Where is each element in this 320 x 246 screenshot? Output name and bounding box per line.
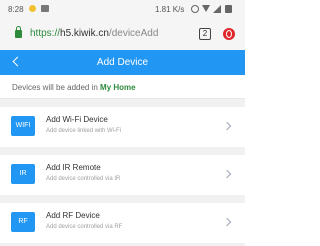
device-description: Add device linked with Wi-Fi xyxy=(46,128,122,134)
device-description: Add device controlled via RF xyxy=(46,224,123,230)
device-row-ir[interactable]: IR Add IR Remote Add device controlled v… xyxy=(0,155,245,195)
url-path: /deviceAdd xyxy=(108,28,159,39)
ir-device-icon: IR xyxy=(11,164,35,184)
alarm-icon xyxy=(191,5,199,13)
network-speed: 1.81 K/s xyxy=(155,5,185,14)
status-bar: 8:28 1.81 K/s xyxy=(0,0,245,20)
battery-icon xyxy=(225,5,232,13)
rf-device-icon: RF xyxy=(11,212,35,232)
opera-icon[interactable] xyxy=(223,28,235,40)
chevron-right-icon xyxy=(222,217,232,227)
wifi-icon xyxy=(202,5,210,12)
device-name: Add RF Device xyxy=(46,211,100,220)
wifi-device-icon: WIFI xyxy=(11,116,35,136)
url-host: h5.kiwik.cn xyxy=(60,28,109,39)
status-time: 8:28 xyxy=(8,5,24,14)
url-scheme: https:// xyxy=(30,28,61,39)
url-field[interactable]: https://h5.kiwik.cn/deviceAdd xyxy=(30,28,158,39)
notice-text: Devices will be added in My Home xyxy=(12,83,136,92)
lock-icon xyxy=(15,26,22,38)
signal-icon xyxy=(213,5,221,13)
list-gap xyxy=(0,147,245,155)
device-row-wifi[interactable]: WIFI Add Wi-Fi Device Add device linked … xyxy=(0,107,245,147)
sun-icon xyxy=(29,5,36,12)
device-name: Add Wi-Fi Device xyxy=(46,115,108,124)
tabs-icon[interactable]: 2 xyxy=(199,28,211,40)
list-gap xyxy=(0,195,245,203)
page-title: Add Device xyxy=(96,57,149,68)
list-gap xyxy=(0,99,245,107)
image-icon xyxy=(41,5,49,12)
browser-url-bar: https://h5.kiwik.cn/deviceAdd 2 xyxy=(0,20,245,50)
device-name: Add IR Remote xyxy=(46,163,101,172)
chevron-right-icon xyxy=(222,121,232,131)
app-header: Add Device xyxy=(0,50,245,75)
device-description: Add device controlled via IR xyxy=(46,176,121,182)
home-name: My Home xyxy=(100,83,136,92)
notice-prefix: Devices will be added in xyxy=(12,83,101,92)
device-row-rf[interactable]: RF Add RF Device Add device controlled v… xyxy=(0,203,245,243)
home-notice: Devices will be added in My Home xyxy=(0,75,245,99)
chevron-right-icon xyxy=(222,169,232,179)
